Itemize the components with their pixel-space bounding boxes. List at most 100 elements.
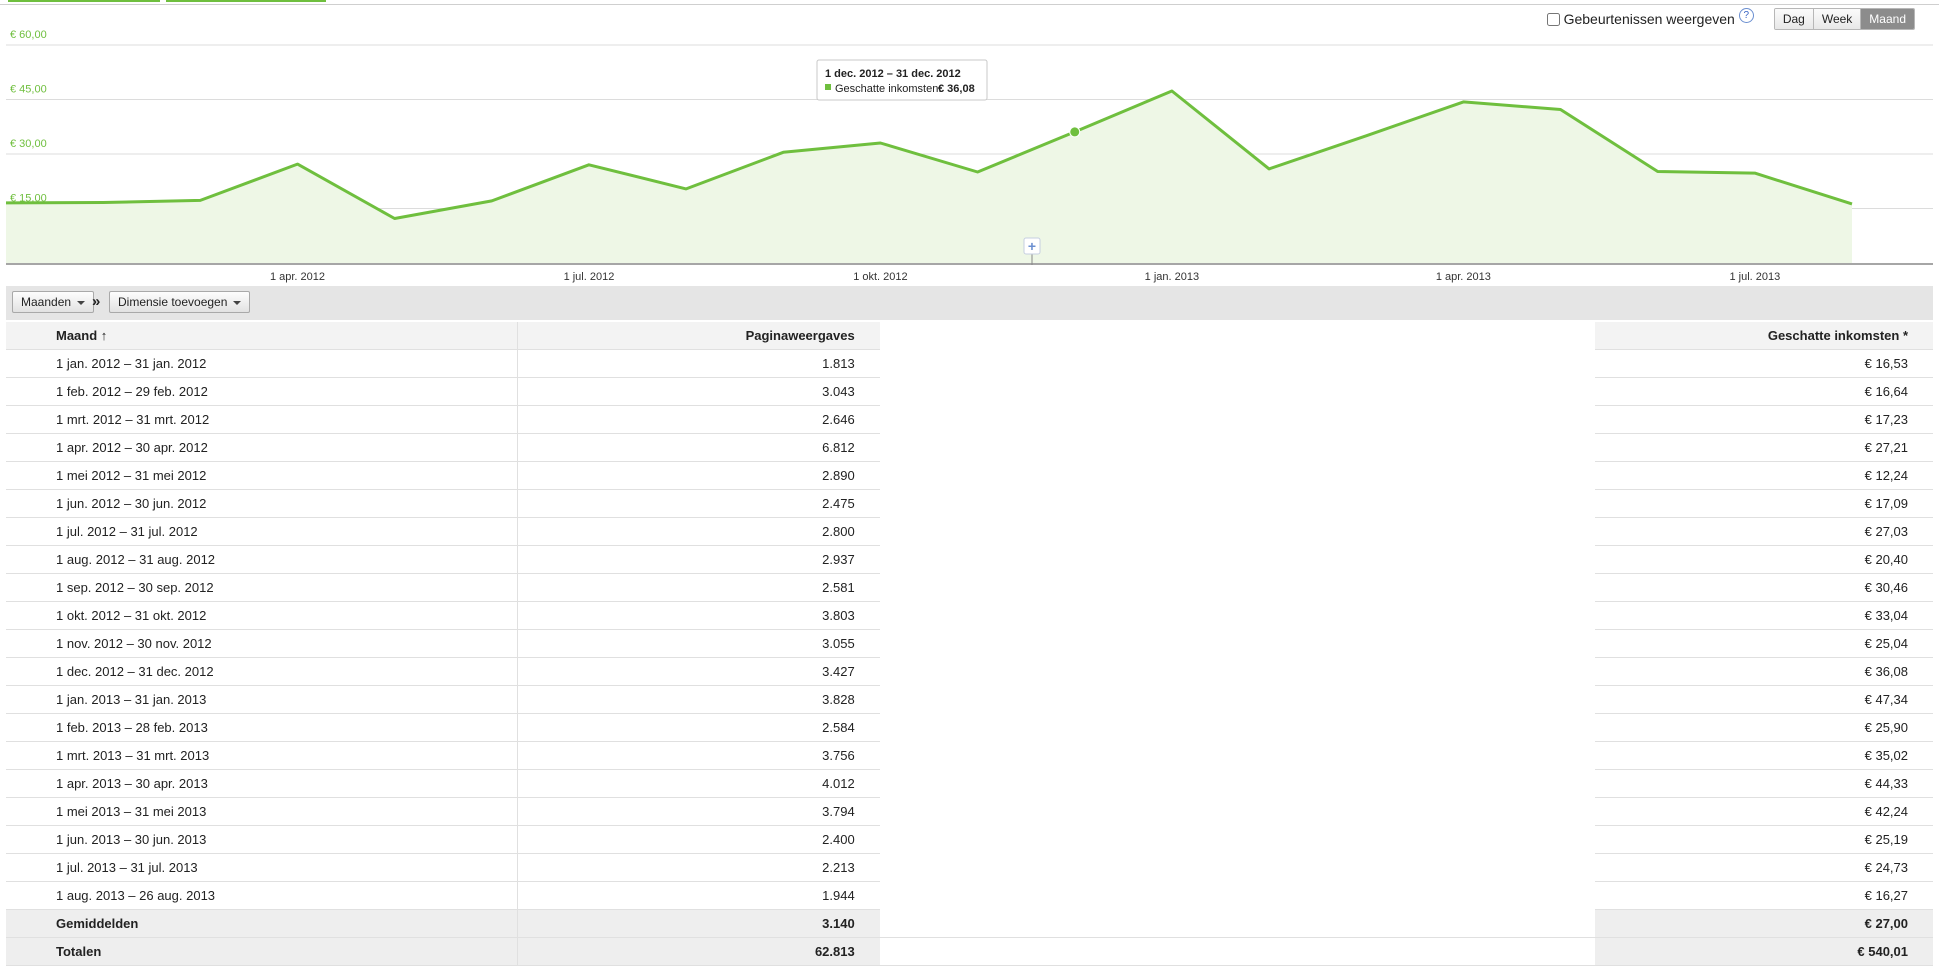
chevron-down-icon [77, 300, 86, 305]
revenue-cell: € 36,08 [1594, 658, 1933, 686]
area-fill [6, 91, 1852, 263]
header-month-label: Maand [56, 328, 98, 343]
pageviews-cell: 1.813 [518, 350, 880, 378]
revenue-cell: € 16,53 [1594, 350, 1933, 378]
spacer-cell [879, 630, 1595, 658]
spacer-cell [879, 854, 1595, 882]
month-button[interactable]: Maand [1861, 9, 1914, 29]
spacer-cell [879, 770, 1595, 798]
tooltip-label: Geschatte inkomsten: [835, 83, 941, 95]
month-cell: 1 mei 2013 – 31 mei 2013 [6, 798, 519, 826]
revenue-cell: € 35,02 [1594, 742, 1933, 770]
pageviews-cell: 3.043 [518, 378, 880, 406]
pageviews-cell: 4.012 [518, 770, 880, 798]
spacer-cell [879, 462, 1595, 490]
month-cell: 1 jul. 2013 – 31 jul. 2013 [6, 854, 519, 882]
revenue-cell: € 30,46 [1594, 574, 1933, 602]
revenue-cell: € 25,90 [1594, 714, 1933, 742]
table-row: 1 aug. 2013 – 26 aug. 2013 1.944 € 16,27 [6, 882, 1933, 910]
data-point-highlight[interactable] [1069, 126, 1081, 138]
month-cell: 1 mrt. 2012 – 31 mrt. 2012 [6, 406, 519, 434]
granularity-toggle: Dag Week Maand [1773, 8, 1915, 30]
spacer-cell [879, 798, 1595, 826]
month-cell: 1 dec. 2012 – 31 dec. 2012 [6, 658, 519, 686]
table-row: 1 feb. 2013 – 28 feb. 2013 2.584 € 25,90 [6, 714, 1933, 742]
spacer-cell [879, 406, 1595, 434]
show-events-checkbox[interactable] [1546, 12, 1560, 26]
averages-row: Gemiddelden 3.140 € 27,00 [6, 910, 1933, 938]
spacer-cell [879, 882, 1595, 910]
spacer-cell [879, 518, 1595, 546]
x-tick-label: 1 jul. 2013 [1729, 271, 1780, 283]
spacer-cell [879, 574, 1595, 602]
revenue-cell: € 42,24 [1594, 798, 1933, 826]
pageviews-cell: 2.213 [518, 854, 880, 882]
show-events-label: Gebeurtenissen weergeven [1563, 11, 1735, 27]
revenue-cell: € 25,19 [1594, 826, 1933, 854]
x-tick-label: 1 okt. 2012 [853, 271, 907, 283]
dimension-separator: » [92, 293, 101, 310]
totals-revenue: € 540,01 [1594, 938, 1933, 966]
pageviews-cell: 3.803 [518, 602, 880, 630]
averages-revenue: € 27,00 [1594, 910, 1933, 938]
revenue-cell: € 16,27 [1594, 882, 1933, 910]
spacer-cell [879, 350, 1595, 378]
chart-controls: Gebeurtenissen weergeven ? Dag Week Maan… [1546, 7, 1915, 30]
table-row: 1 mei 2012 – 31 mei 2012 2.890 € 12,24 [6, 462, 1933, 490]
sort-ascending-icon: ↑ [100, 328, 108, 343]
show-events-toggle[interactable]: Gebeurtenissen weergeven ? [1546, 7, 1754, 27]
table-row: 1 jun. 2012 – 30 jun. 2012 2.475 € 17,09 [6, 490, 1933, 518]
month-cell: 1 okt. 2012 – 31 okt. 2012 [6, 602, 519, 630]
month-cell: 1 jan. 2012 – 31 jan. 2012 [6, 350, 519, 378]
spacer-cell [879, 602, 1595, 630]
revenue-cell: € 20,40 [1594, 546, 1933, 574]
spacer-cell [879, 686, 1595, 714]
averages-label: Gemiddelden [6, 910, 519, 938]
spacer-cell [879, 434, 1595, 462]
week-button[interactable]: Week [1813, 9, 1862, 29]
revenue-cell: € 17,09 [1594, 490, 1933, 518]
table-body: 1 jan. 2012 – 31 jan. 2012 1.813 € 16,53 1 … [6, 350, 1933, 910]
pageviews-cell: 2.584 [518, 714, 880, 742]
revenue-cell: € 16,64 [1594, 378, 1933, 406]
pageviews-cell: 2.937 [518, 546, 880, 574]
table-row: 1 mei 2013 – 31 mei 2013 3.794 € 42,24 [6, 798, 1933, 826]
month-cell: 1 apr. 2012 – 30 apr. 2012 [6, 434, 519, 462]
table-row: 1 feb. 2012 – 29 feb. 2012 3.043 € 16,64 [6, 378, 1933, 406]
table-row: 1 apr. 2012 – 30 apr. 2012 6.812 € 27,21 [6, 434, 1933, 462]
help-icon[interactable]: ? [1738, 7, 1754, 23]
day-button[interactable]: Dag [1774, 9, 1814, 29]
pageviews-cell: 2.890 [518, 462, 880, 490]
header-pageviews[interactable]: Paginaweergaves [518, 322, 880, 350]
averages-spacer [879, 910, 1595, 938]
month-cell: 1 jun. 2012 – 30 jun. 2012 [6, 490, 519, 518]
table-row: 1 dec. 2012 – 31 dec. 2012 3.427 € 36,08 [6, 658, 1933, 686]
revenue-cell: € 44,33 [1594, 770, 1933, 798]
revenue-chart: € 60,00€ 45,00€ 30,00€ 15,001 apr. 2012 1… [5, 29, 1933, 283]
month-cell: 1 sep. 2012 – 30 sep. 2012 [6, 574, 519, 602]
add-dimension-label: Dimensie toevoegen [118, 295, 228, 309]
month-cell: 1 feb. 2012 – 29 feb. 2012 [6, 378, 519, 406]
chevron-down-icon [233, 300, 242, 305]
data-table: Maand ↑ Paginaweergaves Geschatte inkoms… [6, 322, 1933, 966]
table-row: 1 apr. 2013 – 30 apr. 2013 4.012 € 44,33 [6, 770, 1933, 798]
spacer-cell [879, 714, 1595, 742]
totals-pageviews: 62.813 [518, 938, 880, 966]
table-row: 1 nov. 2012 – 30 nov. 2012 3.055 € 25,04 [6, 630, 1933, 658]
spacer-cell [879, 490, 1595, 518]
add-dimension-dropdown[interactable]: Dimensie toevoegen [109, 291, 251, 313]
spacer-cell [879, 742, 1595, 770]
table-row: 1 jul. 2013 – 31 jul. 2013 2.213 € 24,73 [6, 854, 1933, 882]
header-month[interactable]: Maand ↑ [6, 322, 519, 350]
header-revenue[interactable]: Geschatte inkomsten * [1594, 322, 1933, 350]
primary-dimension-dropdown[interactable]: Maanden [12, 291, 95, 313]
averages-pageviews: 3.140 [518, 910, 880, 938]
pageviews-cell: 2.800 [518, 518, 880, 546]
pageviews-cell: 3.427 [518, 658, 880, 686]
y-tick-label: € 45,00 [10, 84, 47, 96]
month-cell: 1 mei 2012 – 31 mei 2012 [6, 462, 519, 490]
month-cell: 1 aug. 2012 – 31 aug. 2012 [6, 546, 519, 574]
table-row: 1 aug. 2012 – 31 aug. 2012 2.937 € 20,40 [6, 546, 1933, 574]
spacer-cell [879, 546, 1595, 574]
month-cell: 1 aug. 2013 – 26 aug. 2013 [6, 882, 519, 910]
